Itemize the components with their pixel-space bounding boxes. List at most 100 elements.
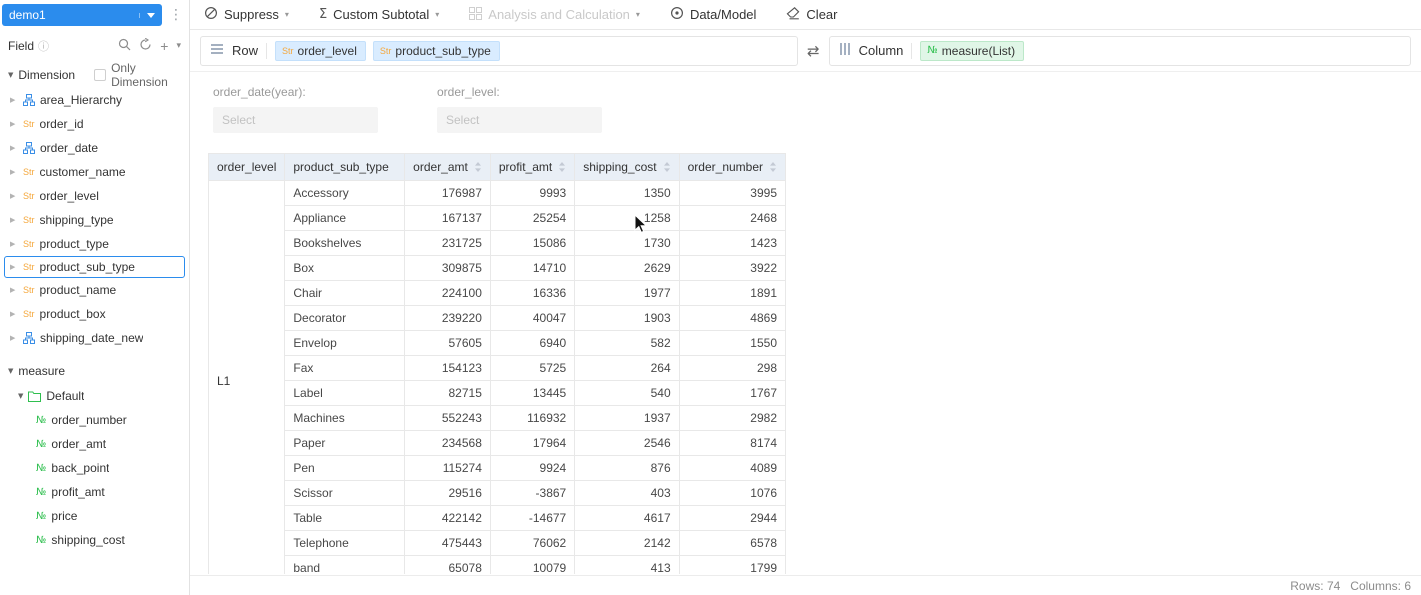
table-row: Chair 224100 16336 1977 1891 [209, 280, 786, 306]
expand-caret-icon[interactable]: ▶ [10, 286, 18, 294]
cell-value: 2468 [678, 205, 786, 231]
column-header-shipping_cost[interactable]: shipping_cost [574, 153, 680, 181]
cell-value: 4089 [678, 455, 786, 481]
data-model-button[interactable]: Data/Model [670, 6, 756, 23]
sort-fields-caret-icon[interactable]: ▾ [176, 41, 181, 51]
string-field-icon: Str [282, 45, 294, 56]
expand-caret-icon[interactable]: ▶ [10, 192, 18, 200]
table-row: Appliance 167137 25254 1258 2468 [209, 205, 786, 231]
dimension-item-order_level[interactable]: ▶ Str order_level [0, 184, 189, 208]
sort-icon[interactable] [663, 161, 671, 173]
measure-section-header[interactable]: ▼ measure [0, 358, 189, 384]
info-icon[interactable]: ⓘ [38, 38, 49, 54]
row-shelf[interactable]: Row Str order_level Str product_sub_type [200, 35, 798, 66]
add-field-icon[interactable]: + [160, 39, 168, 53]
cell-value: 552243 [404, 405, 491, 431]
dimension-item-area_Hierarchy[interactable]: ▶ area_Hierarchy [0, 88, 189, 112]
expand-caret-icon[interactable]: ▶ [10, 216, 18, 224]
string-field-icon: Str [23, 167, 35, 177]
table-row: Pen 115274 9924 876 4089 [209, 455, 786, 481]
cell-value: 231725 [404, 230, 491, 256]
dimension-item-customer_name[interactable]: ▶ Str customer_name [0, 160, 189, 184]
column-header-order_number[interactable]: order_number [678, 153, 786, 181]
sort-icon[interactable] [769, 161, 777, 173]
dimension-item-product_type[interactable]: ▶ Str product_type [0, 232, 189, 256]
sort-icon[interactable] [558, 161, 566, 173]
string-field-icon: Str [23, 191, 35, 201]
expand-caret-icon[interactable]: ▶ [10, 334, 18, 342]
measure-item-order_number[interactable]: № order_number [0, 408, 189, 432]
column-shelf[interactable]: Column № measure(List) [828, 35, 1411, 66]
order-date-year-select[interactable]: Select [213, 107, 378, 133]
measure-item-profit_amt[interactable]: № profit_amt [0, 480, 189, 504]
cell-value: 264 [574, 355, 680, 381]
expand-caret-icon[interactable]: ▶ [10, 263, 18, 271]
cell-product-sub-type: Appliance [284, 205, 406, 231]
hierarchy-icon [23, 94, 35, 106]
dimension-item-product_name[interactable]: ▶ Str product_name [0, 278, 189, 302]
dimension-item-order_date[interactable]: ▶ order_date [0, 136, 189, 160]
column-header-order_amt[interactable]: order_amt [404, 153, 491, 181]
more-options-icon[interactable]: ⋮ [169, 8, 183, 22]
measure-folder-label: Default [46, 389, 85, 403]
swap-row-column-icon[interactable]: ⇄ [807, 42, 820, 60]
dimension-section-header[interactable]: ▼ Dimension Only Dimension [0, 61, 189, 89]
number-field-icon: № [36, 462, 47, 474]
search-icon[interactable] [118, 38, 131, 54]
dataset-selector-button[interactable]: demo1 [2, 4, 162, 26]
filter-order-level: order_level: Select [437, 85, 602, 133]
collapse-caret-icon[interactable]: ▼ [8, 367, 13, 375]
string-field-icon: Str [23, 215, 35, 225]
dimension-item-shipping_date_new[interactable]: ▶ shipping_date_new [0, 326, 189, 350]
clear-button[interactable]: Clear [786, 6, 838, 23]
measure-item-shipping_cost[interactable]: № shipping_cost [0, 528, 189, 552]
measure-item-price[interactable]: № price [0, 504, 189, 528]
sort-icon[interactable] [474, 161, 482, 173]
expand-caret-icon[interactable]: ▶ [10, 168, 18, 176]
row-shelf-label: Row [232, 43, 259, 58]
dimension-item-product_box[interactable]: ▶ Str product_box [0, 302, 189, 326]
refresh-icon[interactable] [139, 37, 152, 54]
hierarchy-icon [23, 142, 35, 154]
cell-value: 3922 [678, 255, 786, 281]
collapse-caret-icon[interactable]: ▼ [18, 392, 23, 400]
dimension-item-order_id[interactable]: ▶ Str order_id [0, 112, 189, 136]
cell-value: 2629 [574, 255, 680, 281]
expand-caret-icon[interactable]: ▶ [10, 144, 18, 152]
cell-value: 475443 [404, 530, 491, 556]
number-field-icon: № [36, 510, 47, 522]
expand-caret-icon[interactable]: ▶ [10, 120, 18, 128]
field-chip-measure(List)[interactable]: № measure(List) [920, 40, 1025, 61]
expand-caret-icon[interactable]: ▶ [10, 310, 18, 318]
field-chip-product_sub_type[interactable]: Str product_sub_type [372, 40, 500, 61]
cell-value: 4869 [678, 305, 786, 331]
measure-item-order_amt[interactable]: № order_amt [0, 432, 189, 456]
table-row: Label 82715 13445 540 1767 [209, 380, 786, 406]
group-cell-order-level: L1 [208, 180, 286, 574]
string-field-icon: Str [23, 309, 35, 319]
only-dimension-checkbox[interactable] [94, 69, 107, 81]
dimension-item-product_sub_type[interactable]: ▶ Str product_sub_type [4, 256, 185, 278]
field-chip-order_level[interactable]: Str order_level [275, 40, 366, 61]
order-level-select[interactable]: Select [437, 107, 602, 133]
suppress-button[interactable]: Suppress ▾ [204, 6, 289, 23]
custom-subtotal-button[interactable]: Σ Custom Subtotal ▾ [319, 7, 439, 22]
dataset-bar: demo1 ⋮ [0, 0, 189, 30]
suppress-icon [204, 6, 218, 23]
number-field-icon: № [36, 534, 47, 546]
expand-caret-icon[interactable]: ▶ [10, 240, 18, 248]
measure-item-back_point[interactable]: № back_point [0, 456, 189, 480]
field-tree: ▼ Dimension Only Dimension ▶ area_Hierarc… [0, 60, 189, 595]
cell-value: 115274 [404, 455, 491, 481]
table-row: Bookshelves 231725 15086 1730 1423 [209, 230, 786, 256]
measure-folder[interactable]: ▼ Default [0, 384, 189, 408]
column-chip-list: № measure(List) [920, 40, 1025, 61]
cell-value: 1937 [574, 405, 680, 431]
dimension-item-shipping_type[interactable]: ▶ Str shipping_type [0, 208, 189, 232]
column-header-profit_amt[interactable]: profit_amt [489, 153, 576, 181]
collapse-caret-icon[interactable]: ▼ [8, 71, 13, 79]
cell-value: 82715 [404, 380, 491, 406]
cell-product-sub-type: Machines [284, 405, 406, 431]
expand-caret-icon[interactable]: ▶ [10, 96, 18, 104]
measure-section-label: measure [18, 364, 66, 378]
